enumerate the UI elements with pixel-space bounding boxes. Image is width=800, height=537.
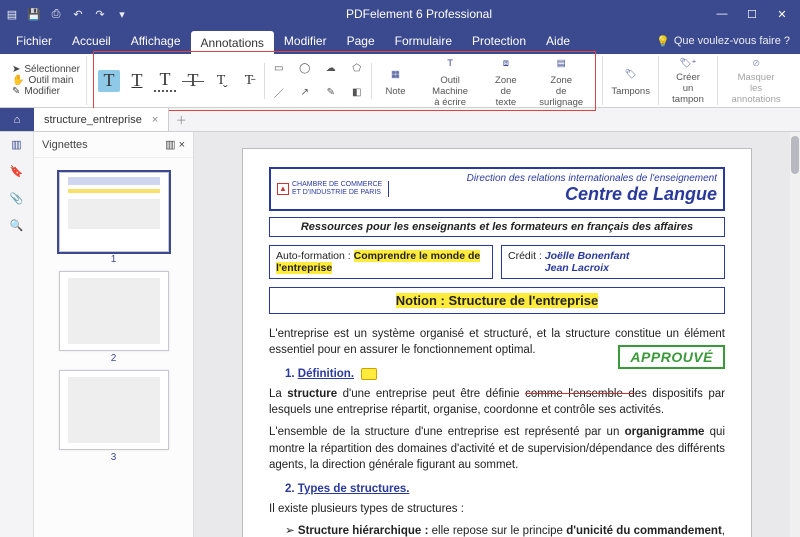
thumbnails-title: Vignettes	[42, 139, 88, 151]
thumbnails-panel: Vignettes ▥ × 1 2 3	[34, 132, 194, 537]
qat-dropdown-icon[interactable]: ▾	[114, 6, 130, 22]
thumb-label: 1	[34, 254, 193, 265]
stamps-tool[interactable]: 🏷 Tampons	[603, 56, 659, 105]
note-tool[interactable]: ▦ Note	[376, 65, 416, 97]
cloud-icon[interactable]: ☁	[321, 59, 341, 79]
thumbnails-header: Vignettes ▥ ×	[34, 132, 193, 158]
header-line1: Direction des relations internationales …	[397, 173, 717, 184]
autoformation-box: Auto-formation : Comprendre le monde de …	[269, 245, 493, 279]
logo-mark: ▲	[277, 183, 289, 195]
save-icon[interactable]: 💾	[26, 6, 42, 22]
tell-me-search[interactable]: 💡 Que voulez-vous faire ?	[656, 28, 800, 54]
squiggly-icon[interactable]: T	[154, 70, 176, 92]
thumbnail-1[interactable]	[59, 172, 169, 252]
oval-icon[interactable]: ◯	[295, 59, 315, 79]
thumbnail-3[interactable]	[59, 370, 169, 450]
thumb-label: 3	[34, 452, 193, 463]
document-tab-label: structure_entreprise	[44, 114, 142, 126]
textbox-tool[interactable]: ⧈ Zone de texte	[485, 54, 527, 108]
ribbon-annotation-tools: T T T T T̬ T̵ ▭ ◯ ☁ ⬠ ／ ↗	[87, 56, 603, 105]
menu-fichier[interactable]: Fichier	[6, 28, 62, 54]
lightbulb-icon: 💡	[656, 35, 670, 48]
rectangle-icon[interactable]: ▭	[269, 59, 289, 79]
thumbnails-rail-icon[interactable]: ▥	[11, 138, 21, 151]
info-row: Auto-formation : Comprendre le monde de …	[269, 245, 725, 279]
paragraph: L'ensemble de la structure d'une entrepr…	[269, 424, 725, 472]
cursor-icon: ➤	[12, 64, 20, 75]
app-icon: ▤	[4, 6, 20, 22]
edit-icon: ✎	[12, 86, 20, 97]
search-rail-icon[interactable]: 🔍	[10, 219, 24, 232]
close-tab-icon[interactable]: ×	[152, 114, 158, 126]
minimize-button[interactable]: —	[708, 4, 736, 24]
document-tab[interactable]: structure_entreprise ×	[34, 108, 169, 131]
quick-access-toolbar: ▤ 💾 ⎙ ↶ ↷ ▾	[4, 6, 130, 22]
notion-box: Notion : Structure de l'entreprise	[269, 287, 725, 314]
replace-text-icon[interactable]: T̵	[238, 70, 260, 92]
add-stamp-icon: 🏷⁺	[676, 56, 700, 71]
logo-cell: ▲ CHAMBRE DE COMMERCEET D'INDUSTRIE DE P…	[277, 181, 389, 196]
sidebar-rail: ▥ 🔖 📎 🔍	[0, 132, 34, 537]
titlebar: ▤ 💾 ⎙ ↶ ↷ ▾ PDFelement 6 Professional — …	[0, 0, 800, 28]
redo-icon[interactable]: ↷	[92, 6, 108, 22]
hide-icon: ⊘	[744, 56, 768, 71]
thumbnail-2[interactable]	[59, 271, 169, 351]
note-icon: ▦	[384, 65, 408, 85]
header-line2: Centre de Langue	[397, 184, 717, 205]
hand-icon: ✋	[12, 75, 24, 86]
approved-stamp[interactable]: APPROUVÉ	[618, 345, 725, 369]
section-2: 2. Types de structures.	[285, 483, 725, 495]
new-tab-button[interactable]: ＋	[169, 108, 193, 131]
underline-icon[interactable]: T	[126, 70, 148, 92]
typewriter-tool[interactable]: T Outil Machine à écrire	[420, 54, 481, 108]
comment-icon[interactable]	[361, 368, 377, 380]
doc-header-box: ▲ CHAMBRE DE COMMERCEET D'INDUSTRIE DE P…	[269, 167, 725, 211]
print-icon[interactable]: ⎙	[48, 6, 64, 22]
highlight-area-icon: ▤	[549, 54, 573, 74]
hide-annotations-tool[interactable]: ⊘ Masquer les annotations	[718, 56, 794, 105]
credit-box: Crédit : Joëlle Bonenfant Crédit : Jean …	[501, 245, 725, 279]
stamp-icon: 🏷	[619, 65, 643, 85]
hand-tool[interactable]: ✋Outil main	[12, 75, 73, 86]
modify-tool[interactable]: ✎Modifier	[12, 86, 60, 97]
undo-icon[interactable]: ↶	[70, 6, 86, 22]
typewriter-icon: T	[438, 54, 462, 74]
highlight-text-icon[interactable]: T	[98, 70, 120, 92]
bookmarks-rail-icon[interactable]: 🔖	[10, 165, 24, 178]
section-1: 1. Définition.	[285, 368, 725, 380]
page-viewport[interactable]: ▲ CHAMBRE DE COMMERCEET D'INDUSTRIE DE P…	[194, 132, 800, 537]
panel-options-icon[interactable]: ▥ ×	[165, 138, 185, 151]
bullet: Structure hiérarchique : elle repose sur…	[285, 523, 725, 537]
select-tool[interactable]: ➤Sélectionner	[12, 64, 80, 75]
vertical-scrollbar[interactable]	[790, 132, 800, 537]
window-controls: — ☐ ✕	[708, 4, 796, 24]
eraser-icon[interactable]: ◧	[347, 83, 367, 103]
ribbon: ➤Sélectionner ✋Outil main ✎Modifier T T …	[0, 54, 800, 108]
pencil-icon[interactable]: ✎	[321, 83, 341, 103]
create-stamp-tool[interactable]: 🏷⁺ Créer un tampon	[659, 56, 718, 105]
thumb-label: 2	[34, 353, 193, 364]
close-button[interactable]: ✕	[768, 4, 796, 24]
sub-header: Ressources pour les enseignants et les f…	[269, 217, 725, 237]
polygon-icon[interactable]: ⬠	[347, 59, 367, 79]
scrollbar-thumb[interactable]	[791, 136, 799, 174]
ribbon-tools-group: ➤Sélectionner ✋Outil main ✎Modifier	[6, 56, 87, 105]
highlight-area-tool[interactable]: ▤ Zone de surlignage	[531, 54, 591, 108]
thumbnails-list[interactable]: 1 2 3	[34, 158, 193, 537]
content-area: ▥ 🔖 📎 🔍 Vignettes ▥ × 1 2 3	[0, 132, 800, 537]
home-button[interactable]: ⌂	[0, 108, 34, 131]
strikethrough-icon[interactable]: T	[182, 70, 204, 92]
paragraph: Il existe plusieurs types de structures …	[269, 501, 725, 517]
annotation-tools-highlighted: T T T T T̬ T̵ ▭ ◯ ☁ ⬠ ／ ↗	[93, 51, 596, 111]
paragraph: La structure d'une entreprise peut être …	[269, 386, 725, 418]
arrow-icon[interactable]: ↗	[295, 83, 315, 103]
textbox-icon: ⧈	[494, 54, 518, 74]
pdf-page: ▲ CHAMBRE DE COMMERCEET D'INDUSTRIE DE P…	[242, 148, 752, 537]
window-title: PDFelement 6 Professional	[130, 7, 708, 21]
document-tabstrip: ⌂ structure_entreprise × ＋	[0, 108, 800, 132]
maximize-button[interactable]: ☐	[738, 4, 766, 24]
attachments-rail-icon[interactable]: 📎	[10, 192, 24, 205]
caret-icon[interactable]: T̬	[210, 70, 232, 92]
line-icon[interactable]: ／	[269, 83, 289, 103]
